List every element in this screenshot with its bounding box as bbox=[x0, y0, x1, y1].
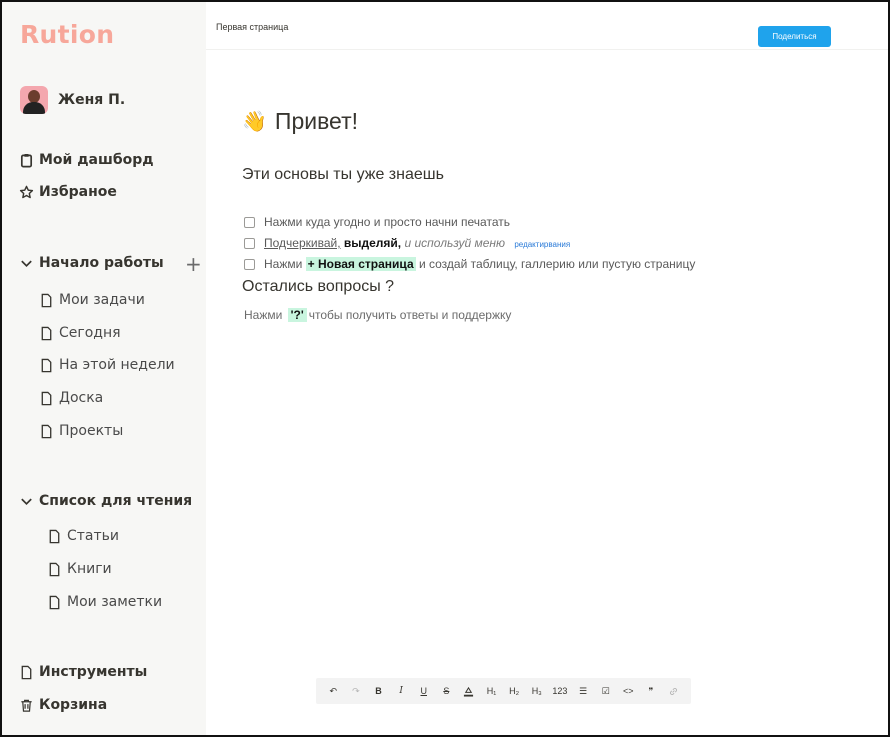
questions-heading[interactable]: Остались вопросы ? bbox=[242, 278, 394, 296]
bold-button[interactable]: B bbox=[372, 682, 386, 700]
todo-list-icon[interactable]: ☑ bbox=[599, 682, 613, 700]
page-icon bbox=[38, 423, 54, 439]
sidebar-item-label: Проекты bbox=[59, 423, 124, 439]
page-icon bbox=[38, 325, 54, 341]
help-line[interactable]: Нажми '?' чтобы получить ответы и поддерж… bbox=[244, 308, 511, 322]
sidebar-item-this-week[interactable]: На этой недели bbox=[38, 357, 175, 373]
highlight-color-icon[interactable] bbox=[462, 682, 476, 700]
todo-checkbox[interactable] bbox=[244, 258, 255, 270]
italic-button[interactable]: I bbox=[394, 682, 408, 700]
trash-icon bbox=[18, 697, 34, 713]
page-icon bbox=[46, 594, 62, 610]
todo-text[interactable]: Нажми + Новая страница и создай таблицу,… bbox=[264, 257, 695, 271]
section-reading-list[interactable]: Список для чтения bbox=[18, 493, 192, 509]
sidebar-item-tools[interactable]: Инструменты bbox=[18, 664, 147, 680]
code-icon[interactable]: <> bbox=[621, 682, 635, 700]
sidebar-item-today[interactable]: Сегодня bbox=[38, 325, 121, 341]
todo-item: Подчеркивай, выделяй, и используй меню р… bbox=[244, 236, 570, 250]
basics-heading[interactable]: Эти основы ты уже знаешь bbox=[242, 166, 444, 184]
sidebar-item-board[interactable]: Доска bbox=[38, 390, 103, 406]
todo-text[interactable]: Нажми куда угодно и просто начни печатат… bbox=[264, 215, 510, 229]
todo-text[interactable]: Подчеркивай, выделяй, и используй меню р… bbox=[264, 236, 570, 250]
todo-item: Нажми куда угодно и просто начни печатат… bbox=[244, 215, 510, 229]
top-bar: Первая страница Поделиться bbox=[206, 2, 888, 50]
avatar bbox=[20, 86, 48, 114]
link-icon[interactable] bbox=[666, 682, 680, 700]
app-logo: Rution bbox=[20, 20, 115, 49]
page-icon bbox=[46, 528, 62, 544]
sidebar-item-label: Статьи bbox=[67, 528, 120, 544]
sidebar-item-projects[interactable]: Проекты bbox=[38, 423, 123, 439]
sidebar: Rution Женя П. Мой дашборд Избраное Нача… bbox=[2, 2, 206, 735]
share-button[interactable]: Поделиться bbox=[758, 26, 831, 47]
user-profile[interactable]: Женя П. bbox=[20, 86, 125, 114]
heading-1-button[interactable]: H₁ bbox=[485, 682, 499, 700]
sidebar-item-articles[interactable]: Статьи bbox=[46, 528, 119, 544]
section-title: Начало работы bbox=[39, 255, 164, 271]
star-icon bbox=[18, 184, 34, 200]
sidebar-item-label: Инструменты bbox=[39, 664, 148, 680]
sidebar-item-label: Мои заметки bbox=[67, 594, 163, 610]
main-content: Первая страница Поделиться 👋 Привет! Эти… bbox=[206, 2, 888, 735]
chevron-down-icon bbox=[18, 493, 34, 509]
quote-icon[interactable]: ❞ bbox=[644, 682, 658, 700]
sidebar-item-label: Избраное bbox=[39, 184, 117, 200]
underlined-text: Подчеркивай, bbox=[264, 236, 341, 250]
bullet-list-icon[interactable]: ☰ bbox=[576, 682, 590, 700]
numbered-list-button[interactable]: 123 bbox=[552, 682, 567, 700]
sidebar-item-label: На этой недели bbox=[59, 357, 175, 373]
italic-text: и используй меню bbox=[404, 236, 506, 250]
help-text-part: Нажми bbox=[244, 308, 283, 322]
waving-hand-icon: 👋 bbox=[242, 111, 267, 133]
sidebar-item-label: Сегодня bbox=[59, 325, 121, 341]
underline-button[interactable]: U bbox=[417, 682, 431, 700]
new-page-highlight: + Новая страница bbox=[305, 257, 416, 271]
sidebar-item-my-tasks[interactable]: Мои задачи bbox=[38, 292, 145, 308]
help-key: '?' bbox=[287, 308, 307, 322]
page-title-text: Привет! bbox=[274, 108, 358, 134]
sidebar-item-books[interactable]: Книги bbox=[46, 561, 112, 577]
page-icon bbox=[18, 664, 34, 680]
clipboard-icon bbox=[18, 152, 34, 168]
sidebar-item-label: Мои задачи bbox=[59, 292, 145, 308]
todo-checkbox[interactable] bbox=[244, 216, 255, 228]
page-icon bbox=[38, 292, 54, 308]
heading-2-button[interactable]: H₂ bbox=[507, 682, 521, 700]
formatting-toolbar: ↶ ↷ B I U S H₁ H₂ H₃ 123 ☰ ☑ <> ❞ bbox=[316, 678, 691, 704]
section-getting-started[interactable]: Начало работы bbox=[18, 255, 164, 271]
page-title[interactable]: 👋 Привет! bbox=[242, 108, 358, 135]
breadcrumb[interactable]: Первая страница bbox=[216, 22, 288, 32]
chevron-down-icon bbox=[18, 255, 34, 271]
help-text-part: чтобы получить ответы и поддержку bbox=[308, 308, 512, 322]
user-name: Женя П. bbox=[58, 92, 126, 108]
page-icon bbox=[46, 561, 62, 577]
add-page-icon[interactable]: + bbox=[185, 252, 202, 276]
sidebar-item-favorites[interactable]: Избраное bbox=[18, 184, 117, 200]
todo-text-part: Нажми bbox=[264, 257, 303, 271]
sidebar-item-label: Мой дашборд bbox=[39, 152, 154, 168]
redo-icon[interactable]: ↷ bbox=[349, 682, 363, 700]
sidebar-item-dashboard[interactable]: Мой дашборд bbox=[18, 152, 154, 168]
sidebar-item-label: Доска bbox=[59, 390, 104, 406]
sidebar-item-label: Корзина bbox=[39, 697, 108, 713]
strikethrough-button[interactable]: S bbox=[439, 682, 453, 700]
heading-3-button[interactable]: H₃ bbox=[530, 682, 544, 700]
bold-text: выделяй, bbox=[343, 236, 402, 250]
section-title: Список для чтения bbox=[39, 493, 193, 509]
sidebar-item-my-notes[interactable]: Мои заметки bbox=[46, 594, 162, 610]
todo-checkbox[interactable] bbox=[244, 237, 255, 249]
todo-item: Нажми + Новая страница и создай таблицу,… bbox=[244, 257, 695, 271]
page-icon bbox=[38, 357, 54, 373]
page-icon bbox=[38, 390, 54, 406]
sidebar-item-trash[interactable]: Корзина bbox=[18, 697, 107, 713]
todo-text-part: и создай таблицу, галлерию или пустую ст… bbox=[418, 257, 696, 271]
sidebar-item-label: Книги bbox=[67, 561, 112, 577]
undo-icon[interactable]: ↶ bbox=[326, 682, 340, 700]
small-link-text: редактирвания bbox=[514, 240, 571, 249]
